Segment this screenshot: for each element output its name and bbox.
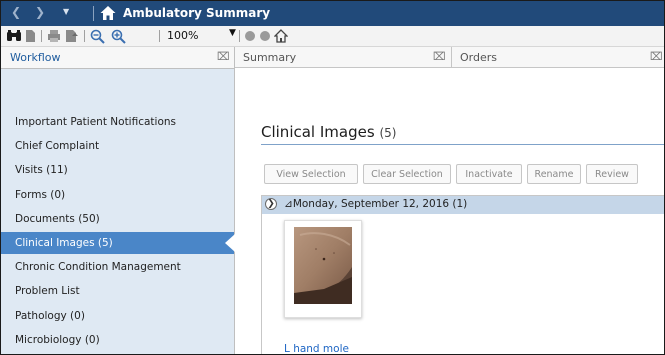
sidebar-item-visits[interactable]: Visits (11) (1, 159, 234, 181)
clinical-images-panel: Clinical Images (5) View Selection Clear… (235, 69, 664, 354)
print-icon[interactable] (47, 29, 61, 43)
toolbar-separator (84, 30, 85, 42)
rename-button[interactable]: Rename (527, 164, 581, 184)
title-divider (261, 144, 664, 145)
window-title: Ambulatory Summary (123, 6, 271, 20)
export-icon[interactable] (65, 29, 79, 43)
close-icon[interactable]: ⌧ (650, 50, 663, 63)
sidebar-item-documents[interactable]: Documents (50) (1, 208, 234, 230)
title-separator (93, 6, 94, 21)
sidebar-item-problem-list[interactable]: Problem List (1, 280, 234, 302)
zoom-dropdown-caret-icon[interactable]: ▼ (229, 28, 236, 38)
inactivate-button[interactable]: Inactivate (456, 164, 522, 184)
toolbar: 100% ▼ (1, 26, 664, 47)
clear-selection-button[interactable]: Clear Selection (363, 164, 451, 184)
forward-arrow-icon[interactable]: ❯ (35, 5, 45, 19)
page-title: Clinical Images (5) (261, 123, 396, 141)
zoom-level[interactable]: 100% (167, 29, 198, 42)
image-group-date: Monday, September 12, 2016 (1) (292, 198, 468, 210)
image-group-label: ⊿Monday, September 12, 2016 (1) (284, 198, 467, 210)
page-title-text: Clinical Images (261, 123, 375, 141)
review-button[interactable]: Review (586, 164, 638, 184)
close-icon[interactable]: ⌧ (433, 50, 446, 63)
tab-orders-label: Orders (460, 51, 497, 64)
sidebar-item-forms[interactable]: Forms (0) (1, 184, 234, 206)
close-icon[interactable]: ⌧ (217, 50, 230, 63)
home-icon[interactable] (99, 4, 117, 22)
tab-workflow[interactable]: Workflow ⌧ (1, 47, 235, 69)
toolbar-separator (239, 30, 240, 42)
document-icon[interactable] (25, 29, 36, 43)
ambulatory-summary-window: ❮ ❯ ▼ Ambulatory Summary 100% ▼ Workflow… (0, 0, 665, 355)
tab-orders[interactable]: Orders ⌧ (452, 47, 664, 68)
circle-icon[interactable] (260, 31, 270, 41)
toolbar-separator (41, 30, 42, 42)
circle-icon[interactable] (245, 31, 255, 41)
image-group: ❯ ⊿Monday, September 12, 2016 (1) L hand… (261, 195, 664, 354)
dropdown-caret-icon[interactable]: ▼ (63, 7, 69, 16)
hand-photo (294, 227, 352, 304)
sidebar-item-microbiology[interactable]: Microbiology (0) (1, 329, 234, 351)
zoom-in-icon[interactable] (111, 29, 126, 44)
image-group-header[interactable]: ❯ ⊿Monday, September 12, 2016 (1) (262, 196, 664, 214)
page-title-count: (5) (379, 126, 397, 140)
sidebar-item-pathology[interactable]: Pathology (0) (1, 305, 234, 327)
collapse-glyph: ⊿ (284, 198, 293, 210)
image-caption-link[interactable]: L hand mole (284, 343, 349, 354)
sidebar-item-chronic-condition-management[interactable]: Chronic Condition Management (1, 256, 234, 278)
tab-summary-label: Summary (243, 51, 297, 64)
sidebar-item-chief-complaint[interactable]: Chief Complaint (1, 135, 234, 157)
home-icon[interactable] (274, 29, 288, 43)
image-thumbnail[interactable] (284, 220, 362, 318)
toolbar-separator (159, 30, 160, 42)
workflow-list: Important Patient Notifications Chief Com… (1, 69, 235, 354)
title-bar: ❮ ❯ ▼ Ambulatory Summary (1, 1, 664, 26)
tab-summary[interactable]: Summary ⌧ (235, 47, 452, 68)
zoom-out-icon[interactable] (90, 29, 105, 44)
sidebar-item-clinical-images[interactable]: Clinical Images (5) (1, 232, 235, 254)
back-arrow-icon[interactable]: ❮ (11, 5, 21, 19)
tab-workflow-label: Workflow (10, 51, 61, 64)
view-selection-button[interactable]: View Selection (264, 164, 358, 184)
sidebar-item-important-patient-notifications[interactable]: Important Patient Notifications (1, 111, 234, 133)
expand-arrow-icon[interactable]: ❯ (265, 198, 277, 210)
binoculars-icon[interactable] (6, 29, 22, 43)
